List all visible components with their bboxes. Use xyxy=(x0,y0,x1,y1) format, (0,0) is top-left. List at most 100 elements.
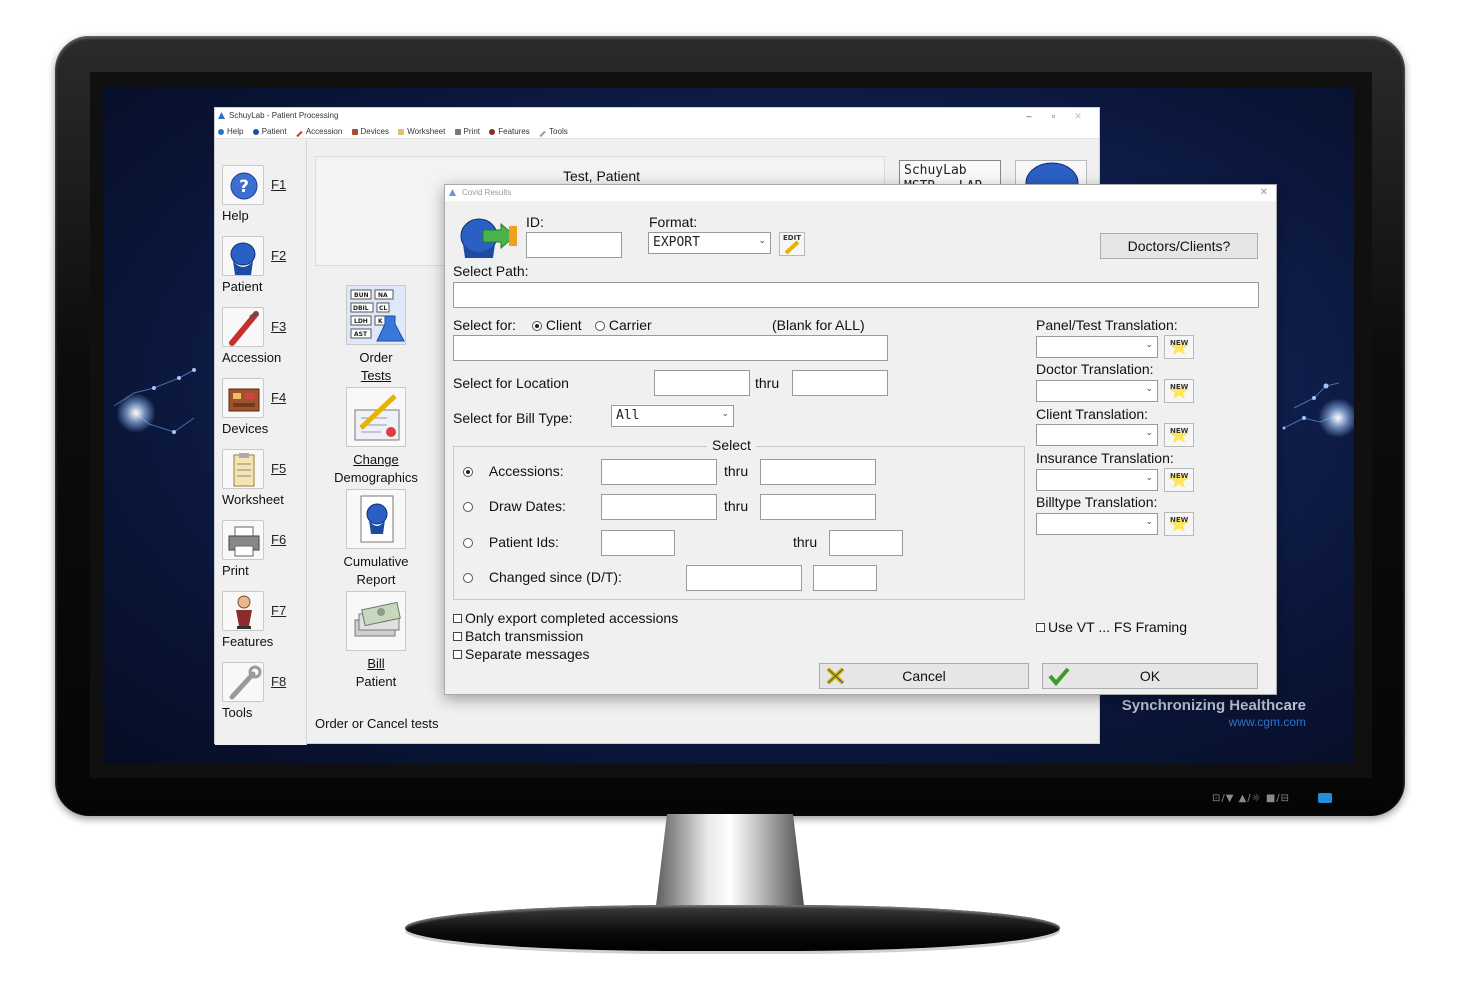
select-for-label: Select for: xyxy=(453,317,517,333)
fkey-tools[interactable]: F8 Tools xyxy=(221,659,307,729)
carrier-radio[interactable]: Carrier xyxy=(595,317,652,333)
draw-dates-label: Draw Dates: xyxy=(488,498,566,514)
changed-since-date-input[interactable] xyxy=(686,565,802,591)
wrench-icon xyxy=(222,662,264,702)
fkey-features[interactable]: F7 Features xyxy=(221,588,307,658)
minimize-button[interactable]: – xyxy=(1018,108,1040,124)
accessions-radio-dot xyxy=(463,467,473,477)
new-label: NEW xyxy=(1170,383,1189,391)
only-export-checkbox[interactable]: Only export completed accessions xyxy=(453,610,678,626)
doctors-clients-button[interactable]: Doctors/Clients? xyxy=(1100,233,1258,259)
new-insurance-translation-button[interactable]: NEW xyxy=(1164,468,1194,492)
new-doctor-translation-button[interactable]: NEW xyxy=(1164,379,1194,403)
cancel-button[interactable]: Cancel xyxy=(819,663,1029,689)
order-tests-icon: BUN NA DBIL CL LDH K AST xyxy=(346,285,406,345)
fkey-code: F2 xyxy=(271,248,287,263)
insurance-translation-select[interactable]: ⌄ xyxy=(1036,469,1158,491)
client-radio-label: Client xyxy=(545,317,582,333)
client-translation-select[interactable]: ⌄ xyxy=(1036,424,1158,446)
select-for-input[interactable] xyxy=(453,335,888,361)
printer-icon xyxy=(454,129,461,135)
select-path-input[interactable] xyxy=(453,282,1259,308)
menu-features[interactable]: Features xyxy=(489,124,530,139)
bill-patient-button[interactable]: Bill Patient xyxy=(307,591,445,691)
order-tests-line2: Tests xyxy=(360,368,392,383)
draw-dates-to-input[interactable] xyxy=(760,494,876,520)
new-billtype-translation-button[interactable]: NEW xyxy=(1164,512,1194,536)
doctor-translation-select[interactable]: ⌄ xyxy=(1036,380,1158,402)
fkey-worksheet[interactable]: F5 Worksheet xyxy=(221,446,307,516)
bill-type-select[interactable]: All ⌄ xyxy=(611,405,734,427)
fkey-label: Print xyxy=(222,563,249,578)
client-radio[interactable]: Client xyxy=(532,317,582,333)
fkey-help[interactable]: ? F1 Help xyxy=(221,162,307,232)
select-bill-type-label: Select for Bill Type: xyxy=(453,410,573,426)
batch-transmission-checkbox[interactable]: Batch transmission xyxy=(453,628,583,644)
patient-ids-label: Patient Ids: xyxy=(488,534,559,550)
new-label: NEW xyxy=(1170,339,1189,347)
draw-dates-radio[interactable]: Draw Dates: xyxy=(463,498,566,514)
fkey-print[interactable]: F6 Print xyxy=(221,517,307,587)
brand-url[interactable]: www.cgm.com xyxy=(1120,715,1306,729)
change-demographics-button[interactable]: Change Demographics xyxy=(307,387,445,487)
dialog-logo-icon xyxy=(449,189,456,196)
window-controls: – ▫ ✕ xyxy=(1018,108,1089,124)
edit-format-button[interactable]: EDIT xyxy=(779,232,805,256)
use-vt-label: Use VT ... FS Framing xyxy=(1048,619,1187,635)
power-icon[interactable] xyxy=(1318,793,1332,803)
location-to-input[interactable] xyxy=(792,370,888,396)
fkey-code: F3 xyxy=(271,319,287,334)
menu-accession[interactable]: Accession xyxy=(296,124,342,139)
menu-print[interactable]: Print xyxy=(454,124,480,139)
fkey-accession[interactable]: F3 Accession xyxy=(221,304,307,374)
accessions-radio[interactable]: Accessions: xyxy=(463,463,564,479)
fkey-devices[interactable]: F4 Devices xyxy=(221,375,307,445)
menu-help[interactable]: Help xyxy=(218,124,243,139)
menu-accession-label: Accession xyxy=(305,127,343,136)
bezel-controls[interactable]: ⊡/▼ ▲/☼ ■/⊟ xyxy=(1212,793,1290,804)
close-button[interactable]: ✕ xyxy=(1067,108,1089,124)
chevron-down-icon: ⌄ xyxy=(1145,517,1153,527)
client-translation-label: Client Translation: xyxy=(1036,406,1149,422)
ok-button[interactable]: OK xyxy=(1042,663,1258,689)
patient-ids-from-input[interactable] xyxy=(601,530,675,556)
change-demographics-line2: Demographics xyxy=(334,470,418,485)
accessions-from-input[interactable] xyxy=(601,459,717,485)
menu-devices[interactable]: Devices xyxy=(351,124,389,139)
format-select[interactable]: EXPORT ⌄ xyxy=(648,232,771,254)
test-tube-icon xyxy=(222,307,264,347)
menu-help-label: Help xyxy=(227,127,244,136)
patient-ids-radio[interactable]: Patient Ids: xyxy=(463,534,559,550)
menu-worksheet[interactable]: Worksheet xyxy=(398,124,445,139)
cumulative-report-button[interactable]: Cumulative Report xyxy=(307,489,445,589)
location-from-input[interactable] xyxy=(654,370,750,396)
draw-dates-from-input[interactable] xyxy=(601,494,717,520)
menu-tools[interactable]: Tools xyxy=(539,124,568,139)
dialog-close-button[interactable]: ✕ xyxy=(1260,185,1268,201)
fkey-label: Worksheet xyxy=(222,492,284,507)
patient-ids-to-input[interactable] xyxy=(829,530,903,556)
billtype-translation-select[interactable]: ⌄ xyxy=(1036,513,1158,535)
new-label: NEW xyxy=(1170,516,1189,524)
menu-patient[interactable]: Patient xyxy=(252,124,287,139)
order-tests-button[interactable]: BUN NA DBIL CL LDH K AST Order Tests xyxy=(307,285,445,385)
new-client-translation-button[interactable]: NEW xyxy=(1164,423,1194,447)
chevron-down-icon: ⌄ xyxy=(1145,384,1153,394)
fkey-label: Accession xyxy=(222,350,282,365)
edit-form-icon xyxy=(346,387,406,447)
menu-patient-label: Patient xyxy=(261,127,287,136)
maximize-button[interactable]: ▫ xyxy=(1042,108,1064,124)
separate-messages-box xyxy=(453,650,462,659)
change-demographics-label: Change Demographics xyxy=(307,451,445,487)
draw-dates-radio-dot xyxy=(463,502,473,512)
use-vt-checkbox[interactable]: Use VT ... FS Framing xyxy=(1036,619,1187,635)
only-export-box xyxy=(453,614,462,623)
accessions-to-input[interactable] xyxy=(760,459,876,485)
new-panel-test-translation-button[interactable]: NEW xyxy=(1164,335,1194,359)
changed-since-radio[interactable]: Changed since (D/T): xyxy=(463,569,622,585)
panel-test-translation-select[interactable]: ⌄ xyxy=(1036,336,1158,358)
id-input[interactable] xyxy=(526,232,622,258)
fkey-patient[interactable]: F2 Patient xyxy=(221,233,307,303)
changed-since-time-input[interactable] xyxy=(813,565,877,591)
separate-messages-checkbox[interactable]: Separate messages xyxy=(453,646,590,662)
